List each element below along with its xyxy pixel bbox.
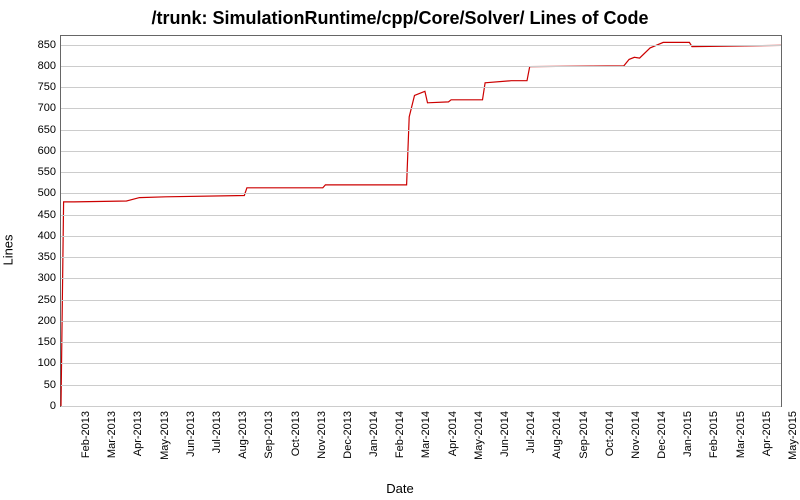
x-tick: Mar-2014 bbox=[414, 387, 428, 434]
y-tick: 350 bbox=[38, 251, 56, 263]
x-tick: May-2013 bbox=[153, 387, 167, 436]
x-tick: Feb-2014 bbox=[388, 387, 402, 434]
x-tick: Jul-2014 bbox=[519, 390, 533, 432]
gridline-h bbox=[61, 278, 781, 279]
x-tick: Feb-2013 bbox=[74, 387, 88, 434]
x-tick: Dec-2013 bbox=[336, 387, 350, 435]
line-series bbox=[61, 36, 781, 406]
plot-area: 0501001502002503003504004505005506006507… bbox=[60, 35, 782, 407]
y-tick: 850 bbox=[38, 39, 56, 51]
x-tick: Sep-2014 bbox=[572, 387, 586, 435]
gridline-h bbox=[61, 257, 781, 258]
x-tick: Mar-2013 bbox=[100, 387, 114, 434]
x-tick: Dec-2014 bbox=[650, 387, 664, 435]
x-tick: Nov-2014 bbox=[624, 387, 638, 435]
x-tick: May-2014 bbox=[467, 387, 481, 436]
x-tick: Apr-2015 bbox=[755, 388, 769, 433]
y-tick: 650 bbox=[38, 124, 56, 136]
y-tick: 750 bbox=[38, 81, 56, 93]
y-tick: 450 bbox=[38, 209, 56, 221]
gridline-h bbox=[61, 45, 781, 46]
gridline-h bbox=[61, 300, 781, 301]
gridline-h bbox=[61, 193, 781, 194]
gridline-h bbox=[61, 87, 781, 88]
x-axis-label: Date bbox=[0, 481, 800, 496]
x-tick: Jun-2014 bbox=[493, 388, 507, 434]
gridline-h bbox=[61, 215, 781, 216]
x-tick: Jan-2015 bbox=[676, 388, 690, 434]
chart-container: /trunk: SimulationRuntime/cpp/Core/Solve… bbox=[0, 0, 800, 500]
x-tick: Nov-2013 bbox=[310, 387, 324, 435]
x-tick: Mar-2015 bbox=[729, 387, 743, 434]
chart-title: /trunk: SimulationRuntime/cpp/Core/Solve… bbox=[0, 8, 800, 29]
gridline-h bbox=[61, 130, 781, 131]
x-tick: Jun-2013 bbox=[179, 388, 193, 434]
y-tick: 200 bbox=[38, 315, 56, 327]
x-tick: Apr-2014 bbox=[441, 388, 455, 433]
y-tick: 150 bbox=[38, 336, 56, 348]
gridline-h bbox=[61, 236, 781, 237]
y-tick: 800 bbox=[38, 60, 56, 72]
gridline-h bbox=[61, 66, 781, 67]
x-tick: Jul-2013 bbox=[205, 390, 219, 432]
x-tick: Sep-2013 bbox=[257, 387, 271, 435]
gridline-h bbox=[61, 172, 781, 173]
y-axis-label: Lines bbox=[1, 234, 16, 265]
y-tick: 700 bbox=[38, 102, 56, 114]
x-tick: Aug-2013 bbox=[231, 387, 245, 435]
gridline-h bbox=[61, 108, 781, 109]
x-tick: Apr-2013 bbox=[126, 388, 140, 433]
x-tick: Jan-2014 bbox=[362, 388, 376, 434]
y-tick: 600 bbox=[38, 145, 56, 157]
x-tick: Aug-2014 bbox=[545, 387, 559, 435]
y-tick: 100 bbox=[38, 357, 56, 369]
gridline-h bbox=[61, 342, 781, 343]
y-tick: 550 bbox=[38, 166, 56, 178]
y-tick: 50 bbox=[44, 379, 56, 391]
x-tick: Oct-2014 bbox=[598, 388, 612, 433]
y-tick: 0 bbox=[50, 400, 56, 412]
y-tick: 250 bbox=[38, 294, 56, 306]
gridline-h bbox=[61, 321, 781, 322]
y-tick: 500 bbox=[38, 187, 56, 199]
x-tick: May-2015 bbox=[781, 387, 795, 436]
x-tick: Oct-2013 bbox=[284, 388, 298, 433]
y-tick: 400 bbox=[38, 230, 56, 242]
gridline-h bbox=[61, 363, 781, 364]
y-tick: 300 bbox=[38, 272, 56, 284]
x-tick: Feb-2015 bbox=[702, 387, 716, 434]
gridline-h bbox=[61, 151, 781, 152]
gridline-h bbox=[61, 385, 781, 386]
